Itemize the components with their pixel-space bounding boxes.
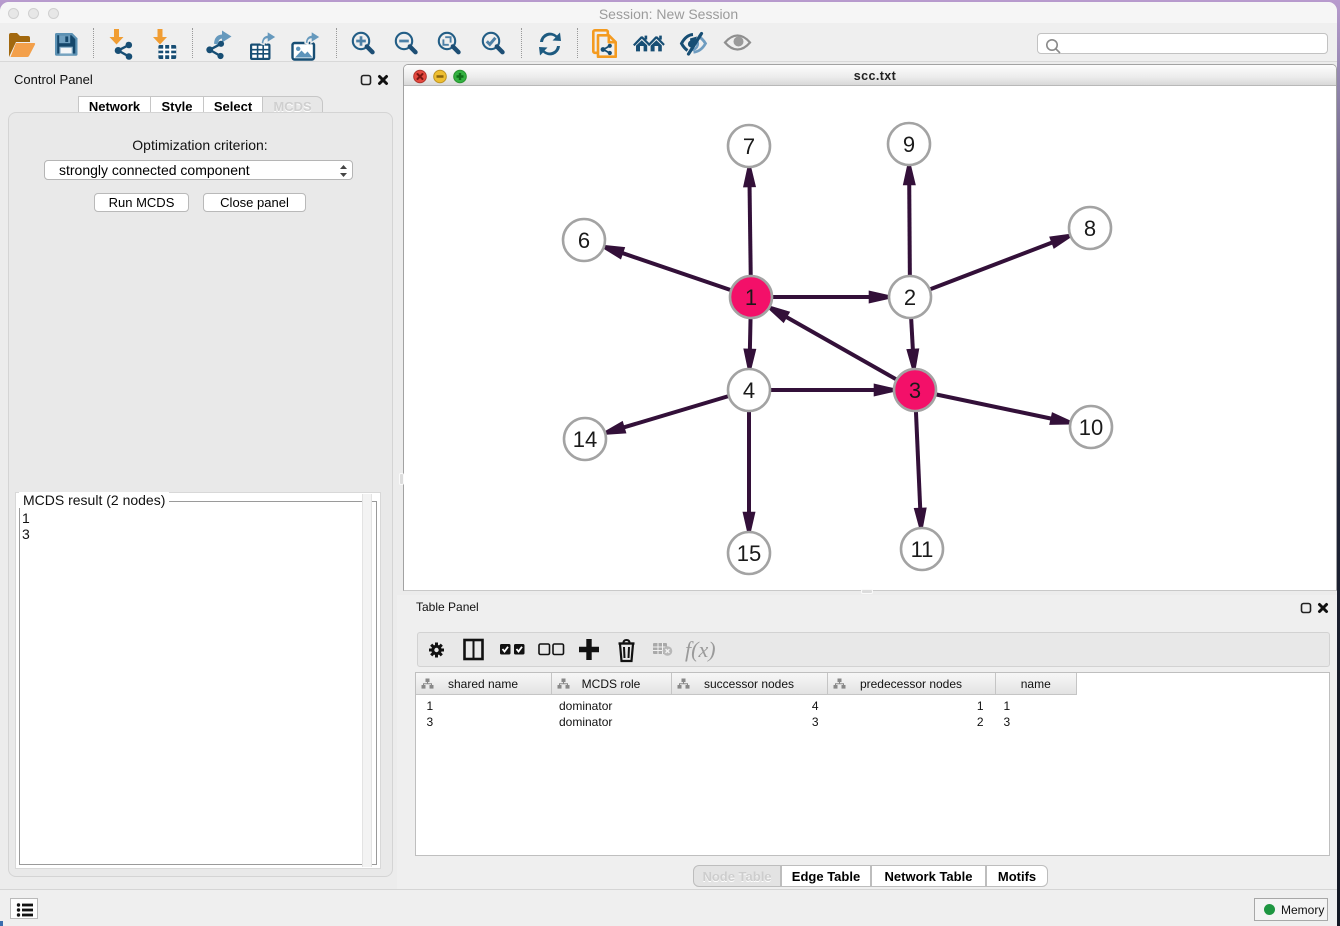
svg-text:3: 3	[909, 378, 921, 403]
svg-text:2: 2	[904, 285, 916, 310]
svg-text:4: 4	[743, 378, 755, 403]
svg-text:15: 15	[737, 541, 761, 566]
svg-text:10: 10	[1079, 415, 1103, 440]
svg-text:7: 7	[743, 134, 755, 159]
svg-text:11: 11	[911, 537, 934, 562]
svg-text:14: 14	[573, 427, 597, 452]
svg-text:9: 9	[903, 132, 915, 157]
svg-text:1: 1	[745, 285, 757, 310]
svg-text:8: 8	[1084, 216, 1096, 241]
svg-text:f(x): f(x)	[685, 637, 716, 662]
svg-text:6: 6	[578, 228, 590, 253]
